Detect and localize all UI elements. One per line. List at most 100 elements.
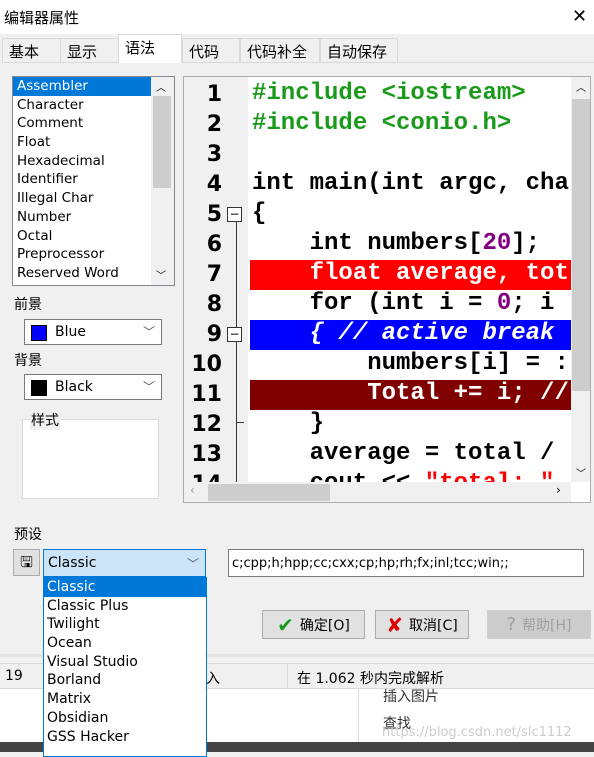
status-line: 19 [5, 668, 23, 684]
line-number: 9 [206, 322, 222, 347]
question-icon: ? [506, 614, 517, 635]
foreground-label: 前景 [14, 297, 42, 313]
element-item[interactable]: Illegal Char [13, 189, 152, 208]
save-preset-button[interactable]: 🖫 [13, 549, 40, 576]
line-number: 7 [206, 262, 222, 287]
tab-4[interactable]: 代码补全 [240, 38, 320, 62]
code-line: Total += i; // [250, 380, 572, 410]
line-number: 13 [191, 442, 222, 467]
code-line: #include <iostream> [250, 80, 572, 110]
tab-3[interactable]: 代码 [182, 38, 240, 62]
preset-option[interactable]: Matrix [44, 690, 206, 709]
code-token: ]; [511, 230, 541, 257]
tab-5[interactable]: 自动保存 [320, 38, 398, 62]
element-item[interactable]: Octal [13, 227, 152, 246]
preset-option[interactable]: Ocean [44, 634, 206, 653]
element-item[interactable]: Hexadecimal [13, 152, 152, 171]
background-select[interactable]: Black ﹀ [24, 374, 162, 400]
element-item[interactable]: Assembler [13, 77, 152, 96]
fold-collapse-icon[interactable]: − [227, 327, 242, 342]
ok-label: 确定[O] [299, 617, 350, 634]
preset-option[interactable]: Visual Studio [44, 653, 206, 672]
code-line: for (int i = 0; i [250, 290, 572, 320]
disk-icon: 🖫 [20, 553, 33, 571]
tab-0[interactable]: 基本 [2, 38, 62, 62]
color-swatch [31, 325, 47, 341]
element-item[interactable]: Character [13, 96, 152, 115]
code-token: { [252, 200, 267, 227]
preset-value: Classic [48, 555, 97, 571]
style-label: 样式 [30, 410, 60, 430]
code-line: int main(int argc, cha [250, 170, 572, 200]
code-token: for (int i = [252, 290, 497, 317]
close-icon[interactable]: ✕ [572, 6, 587, 27]
code-token: int main(int argc, cha [252, 170, 569, 197]
status-separator [287, 664, 288, 688]
element-item[interactable]: Preprocessor [13, 245, 152, 264]
code-preview: 1234567891011121314 #include <iostream>#… [183, 76, 591, 503]
line-number: 6 [206, 232, 222, 257]
line-number: 2 [206, 112, 222, 137]
insert-image-item[interactable]: 插入图片 [383, 686, 439, 706]
code-line: { [250, 200, 572, 230]
line-number: 4 [206, 172, 222, 197]
line-number: 1 [206, 82, 222, 107]
ok-button[interactable]: ✔ 确定[O] [262, 610, 365, 639]
element-list-scrollbar[interactable]: ︿ ﹀ [151, 77, 174, 285]
chevron-down-icon: ﹀ [142, 380, 155, 394]
code-token: 20 [482, 230, 512, 257]
extensions-input[interactable] [228, 549, 584, 577]
help-label: 帮助[H] [522, 617, 572, 634]
line-number: 5 [206, 202, 222, 227]
line-number: 8 [206, 292, 222, 317]
preset-label: 预设 [14, 527, 42, 543]
line-number: 12 [191, 412, 222, 437]
preset-select[interactable]: Classic ﹀ [43, 549, 206, 577]
preset-option[interactable]: Classic Plus [44, 597, 206, 616]
element-item[interactable]: Identifier [13, 170, 152, 189]
line-number: 3 [206, 142, 222, 167]
element-item[interactable]: Reserved Word [13, 264, 152, 283]
style-group [22, 419, 159, 499]
background-label: 背景 [14, 353, 42, 369]
fold-collapse-icon[interactable]: − [227, 207, 242, 222]
horizontal-scrollbar[interactable]: ‹ › [184, 482, 571, 502]
vertical-scrollbar[interactable]: ︿ ﹀ [571, 77, 590, 482]
code-token: { // active break [252, 320, 555, 347]
code-token: int numbers[ [252, 230, 483, 257]
code-line: { // active break [250, 320, 572, 350]
help-button[interactable]: ? 帮助[H] [487, 610, 591, 639]
code-token: numbers[i] = : [252, 350, 569, 377]
code-token: #include <iostream> [252, 80, 526, 107]
tab-1[interactable]: 显示 [60, 38, 120, 62]
tab-2[interactable]: 语法 [118, 34, 182, 63]
element-item[interactable]: Number [13, 208, 152, 227]
code-token: #include <conio.h> [252, 110, 512, 137]
code-line: average = total / [250, 440, 572, 470]
code-token: ; i [511, 290, 555, 317]
checkmark-icon: ✔ [277, 612, 294, 637]
preset-option[interactable]: Classic [44, 578, 206, 597]
preset-option[interactable]: Borland [44, 671, 206, 690]
element-item[interactable]: Float [13, 133, 152, 152]
code-token: 0 [496, 290, 512, 317]
window-title: 编辑器属性 [4, 9, 80, 27]
preset-option[interactable]: Twilight [44, 615, 206, 634]
preset-option[interactable]: GSS Hacker [44, 728, 206, 747]
element-item[interactable]: Comment [13, 114, 152, 133]
line-number: 10 [191, 352, 222, 377]
preset-option[interactable]: Obsidian [44, 709, 206, 728]
status-message: 在 1.062 秒内完成解析 [297, 671, 444, 687]
code-token: average = total / [252, 440, 555, 467]
cancel-label: 取消[C] [409, 617, 458, 634]
cancel-button[interactable]: ✘ 取消[C] [375, 610, 469, 639]
chevron-down-icon: ﹀ [142, 325, 155, 339]
code-line: #include <conio.h> [250, 110, 572, 140]
fold-line [236, 212, 237, 482]
code-line: } [250, 410, 572, 440]
preset-dropdown-list[interactable]: Classic Classic Plus Twilight Ocean Visual S… [43, 577, 207, 757]
title-bar: 编辑器属性 ✕ [0, 0, 594, 34]
watermark: https://blog.csdn.net/slc1112 [382, 725, 572, 740]
foreground-select[interactable]: Blue ﹀ [24, 319, 162, 345]
